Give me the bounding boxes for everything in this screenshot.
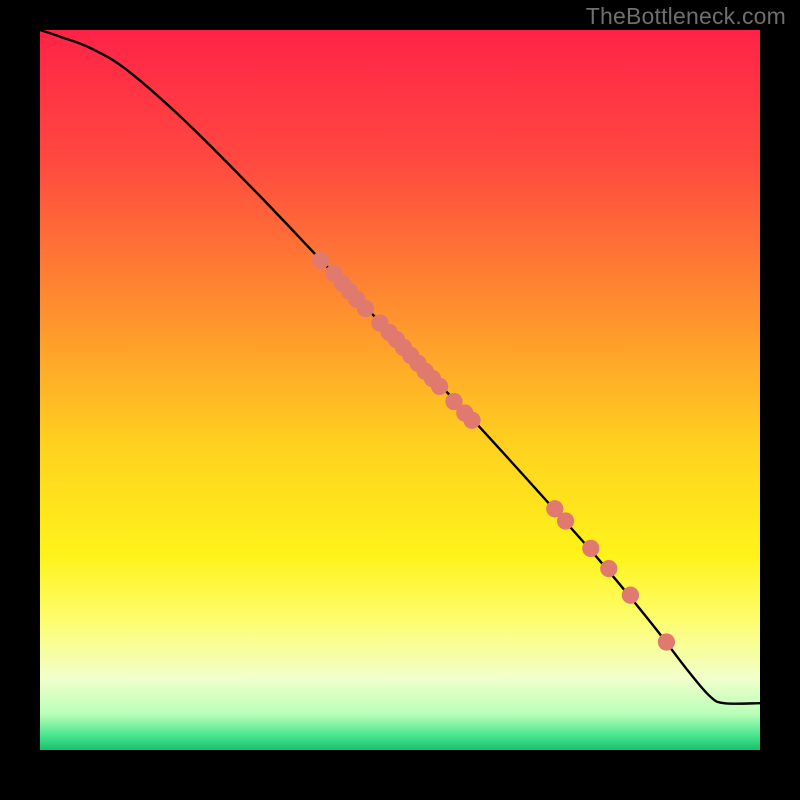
- marker-point: [557, 512, 574, 529]
- attribution-text: TheBottleneck.com: [586, 3, 786, 30]
- marker-point: [582, 540, 599, 557]
- plot-area: [40, 30, 760, 750]
- marker-point: [312, 252, 329, 269]
- marker-point: [357, 300, 374, 317]
- marker-point: [622, 587, 639, 604]
- highlighted-points: [312, 252, 675, 651]
- marker-point: [658, 633, 675, 650]
- marker-point: [600, 560, 617, 577]
- chart-svg: [40, 30, 760, 750]
- marker-point: [431, 378, 448, 395]
- chart-frame: TheBottleneck.com: [0, 0, 800, 800]
- marker-point: [463, 412, 480, 429]
- bottleneck-curve: [40, 30, 760, 704]
